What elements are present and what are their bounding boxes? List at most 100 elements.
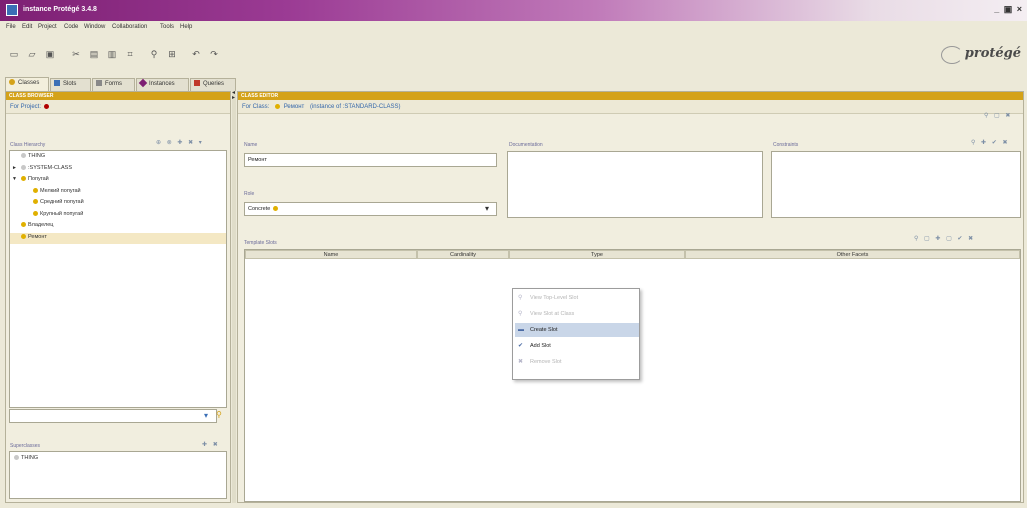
menu-tools[interactable]: Tools (160, 24, 174, 30)
tab-forms[interactable]: Forms (92, 78, 135, 91)
tab-slots[interactable]: Slots (50, 78, 91, 91)
menu-code[interactable]: Code (64, 24, 78, 30)
chevron-down-icon[interactable]: ▾ (485, 204, 489, 213)
menu-file[interactable]: File (6, 24, 16, 30)
column-header-cardinality[interactable]: Cardinality (417, 250, 509, 259)
form-icon (96, 80, 102, 87)
hierarchy-icon[interactable]: ⊞ (166, 48, 178, 60)
constraints-list[interactable] (771, 151, 1021, 218)
tree-item-label: Крупный попугай (40, 210, 84, 217)
toolbar: ▭ ▱ ▣ ✂ ▤ ▥ ⌗ ⚲ ⊞ ↶ ↷ protégé (0, 35, 1027, 75)
tree-item[interactable]: Крупный попугай (24, 211, 83, 217)
window-title-bar: instance Protégé 3.4.8 _ ▣ × (0, 0, 1027, 21)
expand-icon[interactable]: ► (12, 165, 21, 171)
find-icon[interactable]: ⚲ (148, 48, 160, 60)
delete-icon[interactable]: ⌗ (124, 48, 136, 60)
class-icon (14, 455, 19, 461)
hierarchy-toolbar-icons[interactable]: ⊕ ⊗ ✚ ✖ ▾ (156, 139, 204, 146)
tree-item[interactable]: Мелкий попугай (24, 188, 81, 194)
template-slots-toolbar-icons[interactable]: ⚲ ▢ ✚ ▢ ✔ ✖ (914, 235, 975, 242)
menu-project[interactable]: Project (38, 24, 57, 30)
concrete-class-icon (273, 206, 279, 212)
superclass-toolbar-icons[interactable]: ✚ ✖ (202, 441, 220, 448)
menu-item-view-slot-at-class[interactable]: ⚲ View Slot at Class (515, 307, 639, 321)
class-icon (9, 79, 15, 86)
copy-icon[interactable]: ▤ (88, 48, 100, 60)
tree-item[interactable]: ▼ Попугай (12, 176, 49, 182)
paste-icon[interactable]: ▥ (106, 48, 118, 60)
tab-queries[interactable]: Queries (190, 78, 236, 91)
documentation-label: Documentation (509, 142, 543, 148)
class-icon (275, 103, 281, 109)
class-icon (21, 153, 26, 159)
constraints-toolbar-icons[interactable]: ⚲ ✚ ✔ ✖ (971, 139, 1009, 146)
menu-collaboration[interactable]: Collaboration (112, 24, 147, 30)
documentation-textarea[interactable] (507, 151, 763, 218)
class-editor-toolbar-icons[interactable]: ⚲ ▢ ✖ (984, 112, 1012, 119)
tree-item-label: Ремонт (28, 233, 47, 240)
tree-item-label: Попугай (28, 176, 49, 182)
cut-icon[interactable]: ✂ (70, 48, 82, 60)
tab-classes[interactable]: Classes (5, 77, 49, 91)
menu-help[interactable]: Help (180, 24, 192, 30)
search-dropdown-icon[interactable]: ▾ (204, 411, 208, 420)
tab-instances[interactable]: Instances (136, 78, 189, 91)
for-class-bar: For Class: Ремонт (instance of :STANDARD… (238, 100, 1023, 114)
view-icon: ⚲ (518, 295, 523, 301)
class-editor-header: CLASS EDITOR (238, 92, 1023, 100)
protege-logo: protégé (964, 46, 1021, 61)
class-search-input[interactable] (9, 409, 217, 423)
class-icon (21, 222, 26, 228)
menu-item-view-top-level-slot[interactable]: ⚲ View Top-Level Slot (515, 291, 639, 305)
new-project-icon[interactable]: ▭ (8, 48, 20, 60)
superclasses-list[interactable]: THING (9, 451, 227, 499)
open-project-icon[interactable]: ▱ (26, 48, 38, 60)
menu-item-remove-slot[interactable]: ✖ Remove Slot (515, 355, 639, 369)
name-label: Name (244, 142, 258, 148)
slot-icon (54, 80, 60, 87)
role-select[interactable]: Concrete (244, 202, 497, 216)
tree-item-label: THING (28, 153, 46, 159)
app-icon (6, 4, 18, 16)
tree-item[interactable]: Ремонт (12, 234, 47, 240)
save-project-icon[interactable]: ▣ (44, 48, 56, 60)
class-hierarchy-label: Class Hierarchy (10, 142, 46, 148)
tab-bar: Classes Slots Forms Instances Queries (0, 75, 1027, 91)
window-controls[interactable]: _ ▣ × (994, 4, 1023, 15)
class-name-field[interactable]: Ремонт (244, 153, 497, 167)
class-icon (21, 233, 26, 239)
create-slot-icon: ▬ (518, 327, 524, 333)
column-header-type[interactable]: Type (509, 250, 685, 259)
column-header-other-facets[interactable]: Other Facets (685, 250, 1020, 259)
tree-item-label: Мелкий попугай (40, 187, 81, 194)
instance-icon (138, 79, 148, 88)
view-icon: ⚲ (518, 311, 523, 317)
tree-item-label: Средний попугай (40, 199, 84, 205)
splitter-handle[interactable] (232, 91, 236, 503)
list-item[interactable]: THING (14, 455, 38, 461)
tree-item[interactable]: Владелец (12, 222, 53, 228)
class-icon (33, 187, 38, 193)
splitter-arrow-icon[interactable]: ◂ ▸ (232, 90, 235, 101)
collapse-icon[interactable]: ▼ (12, 176, 21, 182)
column-header-name[interactable]: Name (245, 250, 417, 259)
menu-item-create-slot[interactable]: ▬ Create Slot (515, 323, 639, 337)
constraints-label: Constraints (773, 142, 799, 148)
menu-item-add-slot[interactable]: ✔ Add Slot (515, 339, 639, 353)
tree-item-label: :SYSTEM-CLASS (28, 164, 73, 171)
tree-item[interactable]: Средний попугай (24, 199, 84, 205)
class-icon (21, 176, 26, 182)
menu-edit[interactable]: Edit (22, 24, 32, 30)
undo-icon[interactable]: ↶ (190, 48, 202, 60)
menu-window[interactable]: Window (84, 24, 105, 30)
tree-item[interactable]: ► :SYSTEM-CLASS (12, 165, 72, 171)
remove-slot-icon: ✖ (518, 359, 524, 365)
class-icon (33, 199, 38, 205)
add-slot-icon: ✔ (518, 343, 524, 349)
redo-icon[interactable]: ↷ (208, 48, 220, 60)
search-icon[interactable]: ⚲ (216, 410, 222, 419)
tree-item[interactable]: THING (12, 153, 45, 159)
class-tree[interactable]: THING ► :SYSTEM-CLASS ▼ Попугай Мелкий попуга… (9, 150, 227, 408)
class-browser-header: CLASS BROWSER (6, 92, 230, 100)
tree-item-label: Владелец (28, 222, 54, 228)
